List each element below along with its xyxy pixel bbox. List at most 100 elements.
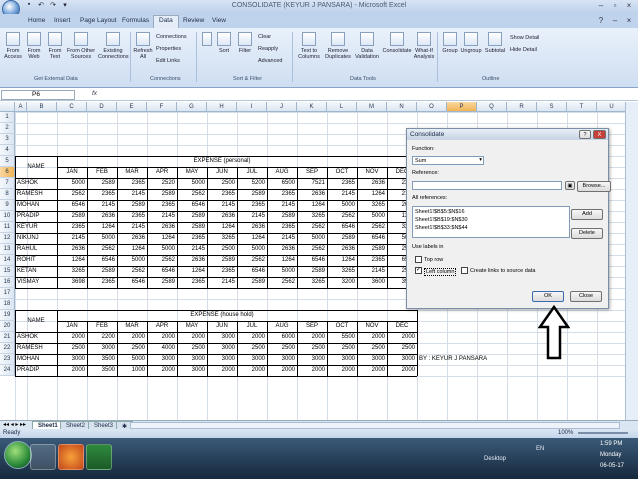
table2-title[interactable]: EXPENSE (house hold) — [57, 310, 387, 321]
hide-detail-button[interactable]: Hide Detail — [510, 47, 537, 53]
table1-value-cell[interactable]: 1264 — [117, 244, 147, 255]
text-to-columns-button[interactable]: Text to Columns — [296, 32, 322, 60]
table2-value-cell[interactable]: 2000 — [147, 365, 177, 376]
table2-value-cell[interactable]: 2000 — [357, 365, 387, 376]
table1-month-header[interactable]: JUN — [207, 167, 237, 178]
table1-value-cell[interactable]: 6546 — [87, 255, 117, 266]
column-header-s[interactable]: S — [537, 102, 567, 112]
table1-value-cell[interactable]: 1264 — [267, 255, 297, 266]
fx-icon[interactable]: fx — [92, 90, 97, 97]
table1-month-header[interactable]: JAN — [57, 167, 87, 178]
table1-value-cell[interactable]: 2365 — [177, 233, 207, 244]
table1-value-cell[interactable]: 2636 — [87, 211, 117, 222]
column-header-i[interactable]: I — [237, 102, 267, 112]
table2-value-cell[interactable]: 3000 — [87, 343, 117, 354]
sheet-nav-icon[interactable]: ◂◂ ◂ ▸ ▸▸ — [3, 421, 26, 428]
row-header-17[interactable]: 17 — [0, 288, 15, 299]
add-button[interactable]: Add — [571, 209, 603, 220]
table1-month-header[interactable]: APR — [147, 167, 177, 178]
table2-month-header[interactable]: AUG — [267, 321, 297, 332]
table1-value-cell[interactable]: 2145 — [117, 222, 147, 233]
table1-value-cell[interactable]: 1264 — [297, 200, 327, 211]
table1-value-cell[interactable]: 2636 — [267, 244, 297, 255]
zoom-slider[interactable] — [578, 432, 628, 434]
formula-input[interactable] — [104, 90, 624, 100]
table2-month-header[interactable]: SEP — [297, 321, 327, 332]
redo-icon[interactable]: ↷ — [48, 1, 58, 11]
column-header-a[interactable]: A — [15, 102, 27, 112]
table2-name-header[interactable]: NAME — [15, 310, 57, 332]
row-header-10[interactable]: 10 — [0, 211, 15, 222]
table2-value-cell[interactable]: 3000 — [57, 354, 87, 365]
save-icon[interactable]: ▪ — [24, 1, 34, 11]
workbook-minimize-icon[interactable]: – — [610, 16, 620, 26]
table2-value-cell[interactable]: 3000 — [207, 332, 237, 343]
reapply-button[interactable]: Reapply — [258, 46, 278, 52]
zoom-level[interactable]: 100% — [558, 429, 573, 438]
row-header-19[interactable]: 19 — [0, 310, 15, 321]
table1-row-name[interactable]: ROHIT — [15, 255, 57, 266]
table1-value-cell[interactable]: 2589 — [327, 233, 357, 244]
table1-month-header[interactable]: OCT — [327, 167, 357, 178]
table1-value-cell[interactable]: 2520 — [147, 178, 177, 189]
table1-row-name[interactable]: RAHUL — [15, 244, 57, 255]
row-header-5[interactable]: 5 — [0, 156, 15, 167]
left-column-checkbox[interactable]: ✓ — [415, 267, 422, 274]
table1-value-cell[interactable]: 1264 — [327, 255, 357, 266]
table1-value-cell[interactable]: 2500 — [207, 244, 237, 255]
consolidate-button[interactable]: Consolidate — [382, 32, 412, 54]
restore-icon[interactable]: ▫ — [610, 1, 620, 11]
column-header-e[interactable]: E — [117, 102, 147, 112]
table1-value-cell[interactable]: 1264 — [57, 255, 87, 266]
table1-value-cell[interactable]: 2145 — [117, 189, 147, 200]
table1-value-cell[interactable]: 6546 — [327, 222, 357, 233]
tab-page-layout[interactable]: Page Layout — [80, 17, 117, 24]
table1-month-header[interactable]: MAY — [177, 167, 207, 178]
table1-row-name[interactable]: KETAN — [15, 266, 57, 277]
row-header-6[interactable]: 6 — [0, 167, 15, 178]
table1-value-cell[interactable]: 2145 — [237, 211, 267, 222]
table2-value-cell[interactable]: 2500 — [357, 343, 387, 354]
language-indicator[interactable]: EN — [536, 446, 544, 452]
filter-button[interactable]: Filter — [236, 32, 254, 54]
table1-value-cell[interactable]: 2365 — [177, 277, 207, 288]
table1-month-header[interactable]: SEP — [297, 167, 327, 178]
table2-month-header[interactable]: FEB — [87, 321, 117, 332]
row-header-14[interactable]: 14 — [0, 255, 15, 266]
table2-value-cell[interactable]: 2500 — [297, 343, 327, 354]
table1-value-cell[interactable]: 1264 — [177, 266, 207, 277]
table1-value-cell[interactable]: 6546 — [357, 233, 387, 244]
row-header-15[interactable]: 15 — [0, 266, 15, 277]
column-header-r[interactable]: R — [507, 102, 537, 112]
tab-data[interactable]: Data — [153, 15, 179, 28]
show-detail-button[interactable]: Show Detail — [510, 35, 539, 41]
table1-value-cell[interactable]: 2365 — [87, 277, 117, 288]
connections-button[interactable]: Connections — [156, 34, 187, 40]
table1-row-name[interactable]: KEYUR — [15, 222, 57, 233]
table2-month-header[interactable]: JUN — [207, 321, 237, 332]
table2-value-cell[interactable]: 3000 — [327, 354, 357, 365]
table1-value-cell[interactable]: 3265 — [357, 200, 387, 211]
table2-value-cell[interactable]: 2000 — [57, 332, 87, 343]
table1-value-cell[interactable]: 2562 — [267, 277, 297, 288]
tab-review[interactable]: Review — [183, 17, 204, 24]
table2-value-cell[interactable]: 2000 — [237, 365, 267, 376]
column-header-p[interactable]: P — [447, 102, 477, 112]
row-header-4[interactable]: 4 — [0, 145, 15, 156]
table1-month-header[interactable]: MAR — [117, 167, 147, 178]
table2-month-header[interactable]: MAY — [177, 321, 207, 332]
delete-button[interactable]: Delete — [571, 228, 603, 239]
row-header-12[interactable]: 12 — [0, 233, 15, 244]
table2-month-header[interactable]: NOV — [357, 321, 387, 332]
refresh-all-button[interactable]: Refresh All — [133, 32, 153, 60]
table1-value-cell[interactable]: 2636 — [297, 189, 327, 200]
table2-value-cell[interactable]: 3000 — [177, 365, 207, 376]
table2-value-cell[interactable]: 3000 — [177, 354, 207, 365]
table1-value-cell[interactable]: 5000 — [297, 233, 327, 244]
table1-value-cell[interactable]: 2562 — [357, 222, 387, 233]
column-header-j[interactable]: J — [267, 102, 297, 112]
table2-value-cell[interactable]: 2000 — [387, 365, 417, 376]
table1-value-cell[interactable]: 2365 — [207, 189, 237, 200]
table2-row-name[interactable]: ASHOK — [15, 332, 57, 343]
table1-value-cell[interactable]: 5000 — [357, 211, 387, 222]
